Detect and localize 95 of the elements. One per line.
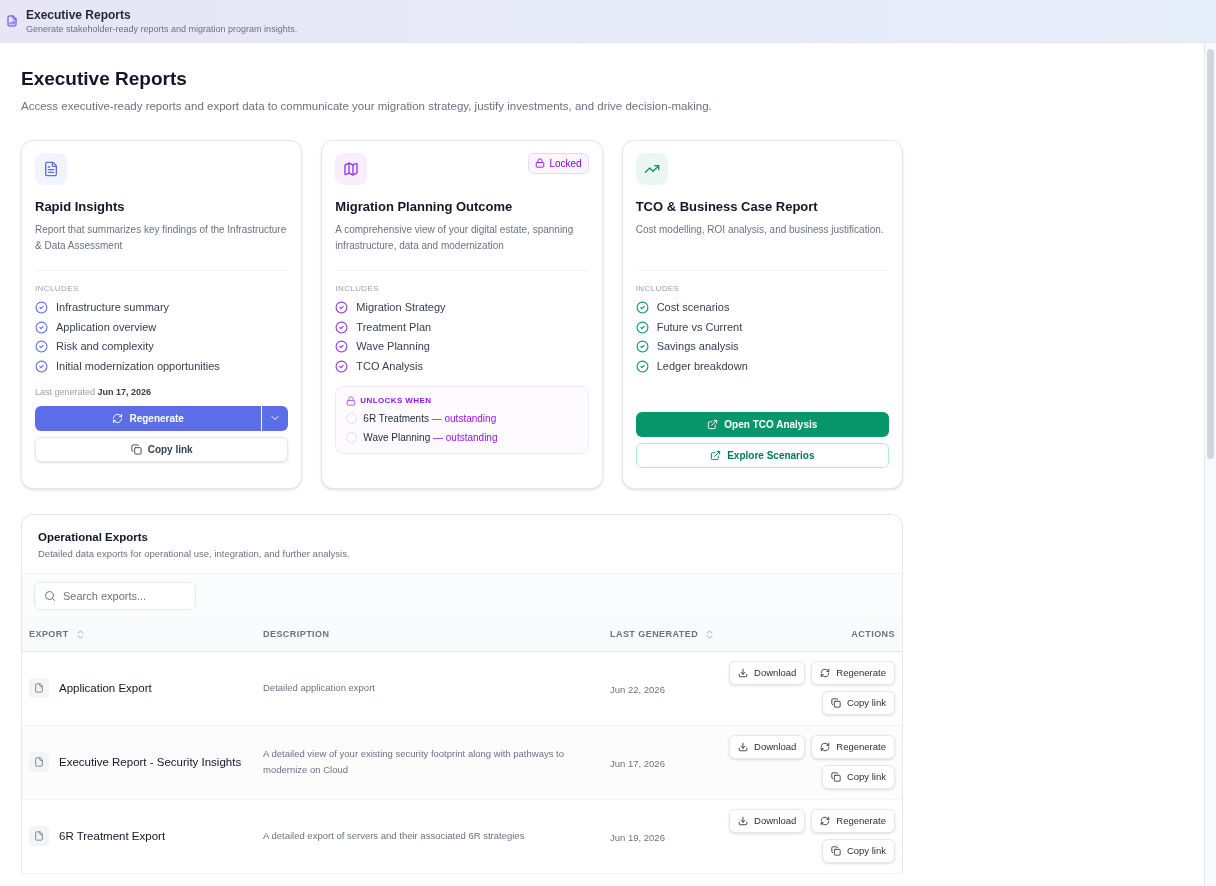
check-circle-icon <box>335 320 349 334</box>
file-icon <box>34 683 44 694</box>
export-description: A detailed view of your existing security footprint along with pathways to modernize on Cloud <box>263 747 565 778</box>
section-subtitle: Detailed data exports for operational use, integration, and further analysis. <box>38 546 351 561</box>
column-header[interactable]: EXPORT <box>29 627 69 641</box>
check-circle-icon <box>35 359 48 373</box>
card-title: TCO & Business Case Report <box>635 197 819 216</box>
topbar-subtitle: Generate stakeholder-ready reports and migration program insights. <box>26 23 298 35</box>
column-header[interactable]: LAST GENERATED <box>610 627 699 641</box>
section-title: Operational Exports <box>38 530 149 546</box>
lock-icon <box>535 158 546 169</box>
include-item: Migration Strategy <box>356 300 446 316</box>
check-circle-icon <box>335 359 349 373</box>
download-icon <box>738 816 749 827</box>
check-circle-icon <box>35 320 48 334</box>
include-item: Risk and complexity <box>56 339 154 355</box>
export-name: 6R Treatment Export <box>59 828 166 844</box>
export-name: Application Export <box>59 680 152 696</box>
check-circle-icon <box>635 359 649 373</box>
action-button[interactable]: Download <box>729 735 806 760</box>
includes-label: INCLUDES <box>635 283 681 296</box>
last-generated-text: Last generated Jun 17, 2026 <box>35 386 153 400</box>
column-header: DESCRIPTION <box>263 627 330 641</box>
card-title: Rapid Insights <box>35 197 126 216</box>
external-link-icon <box>710 450 722 462</box>
card-description: Report that summarizes key findings of the Infrastructure & Data Assessment <box>35 223 288 254</box>
condition-text: Wave Planning — outstanding <box>363 431 498 446</box>
page-title: Executive Reports <box>21 67 188 91</box>
lock-icon <box>346 396 357 407</box>
action-button[interactable]: Regenerate <box>811 735 895 760</box>
check-circle-icon <box>635 301 649 314</box>
include-item: Initial modernization opportunities <box>56 358 220 374</box>
open-tco-button[interactable]: Open TCO Analysis <box>635 412 889 438</box>
locked-badge: Locked <box>528 152 589 174</box>
include-item: Treatment Plan <box>356 319 432 335</box>
external-link-icon <box>707 419 719 431</box>
includes-label: INCLUDES <box>35 283 80 296</box>
file-icon <box>34 831 44 842</box>
refresh-icon <box>820 742 831 753</box>
refresh-icon <box>820 668 831 679</box>
export-date: Jun 17, 2026 <box>610 758 665 770</box>
action-button[interactable]: Copy link <box>821 691 895 716</box>
refresh-icon <box>820 816 831 827</box>
include-item: Wave Planning <box>356 339 430 355</box>
search-field[interactable]: Search exports... <box>34 581 196 610</box>
download-icon <box>738 742 749 753</box>
page-subtitle: Access executive-ready reports and export data to communicate your migration strategy, justify investments, and drive decision-making. <box>21 98 713 114</box>
include-item: Future vs Current <box>656 319 743 335</box>
action-button[interactable]: Regenerate <box>811 809 895 834</box>
condition-text: 6R Treatments — outstanding <box>363 412 497 427</box>
export-date: Jun 22, 2026 <box>610 684 665 696</box>
regenerate-button[interactable]: Regenerate <box>35 405 262 431</box>
report-icon <box>6 15 18 27</box>
copy-icon <box>830 772 841 783</box>
check-circle-icon <box>335 340 349 353</box>
check-circle-icon <box>335 301 349 314</box>
topbar-title: Executive Reports <box>26 7 132 23</box>
refresh-icon <box>112 412 124 424</box>
check-circle-icon <box>635 340 649 353</box>
export-date: Jun 19, 2026 <box>610 832 665 844</box>
include-item: Cost scenarios <box>656 300 730 316</box>
card-title: Migration Planning Outcome <box>335 197 514 216</box>
copy-icon <box>830 846 841 857</box>
document-icon <box>43 160 59 177</box>
download-icon <box>738 668 749 679</box>
action-button[interactable]: Regenerate <box>811 661 895 686</box>
card-description: Cost modelling, ROI analysis, and business justification. <box>635 223 885 238</box>
includes-label: INCLUDES <box>335 283 380 296</box>
export-name: Executive Report - Security Insights <box>59 754 242 770</box>
include-item: Infrastructure summary <box>56 300 170 316</box>
search-icon <box>44 589 56 602</box>
include-item: Application overview <box>56 319 157 335</box>
export-description: Detailed application export <box>263 681 376 696</box>
check-circle-icon <box>35 301 48 314</box>
include-item: Ledger breakdown <box>656 358 748 374</box>
unlocks-label: UNLOCKS WHEN <box>360 395 432 408</box>
column-header: ACTIONS <box>851 627 895 641</box>
map-icon <box>343 160 360 177</box>
copy-icon <box>130 443 142 455</box>
action-button[interactable]: Download <box>729 661 806 686</box>
file-icon <box>34 757 44 768</box>
check-circle-icon <box>35 340 48 353</box>
include-item: TCO Analysis <box>356 358 423 374</box>
copy-icon <box>830 698 841 709</box>
copy-link-button[interactable]: Copy link <box>35 436 289 462</box>
check-circle-icon <box>635 320 649 334</box>
action-button[interactable]: Download <box>729 809 806 834</box>
action-button[interactable]: Copy link <box>821 765 895 790</box>
include-item: Savings analysis <box>656 339 739 355</box>
dropdown-button[interactable] <box>262 405 289 431</box>
card-description: A comprehensive view of your digital estate, spanning infrastructure, data and modernization <box>335 223 575 254</box>
explore-scenarios-button[interactable]: Explore Scenarios <box>635 443 889 469</box>
scrollbar[interactable] <box>1204 43 1216 886</box>
export-description: A detailed export of servers and their associated 6R strategies <box>263 829 526 844</box>
action-button[interactable]: Copy link <box>821 839 895 864</box>
